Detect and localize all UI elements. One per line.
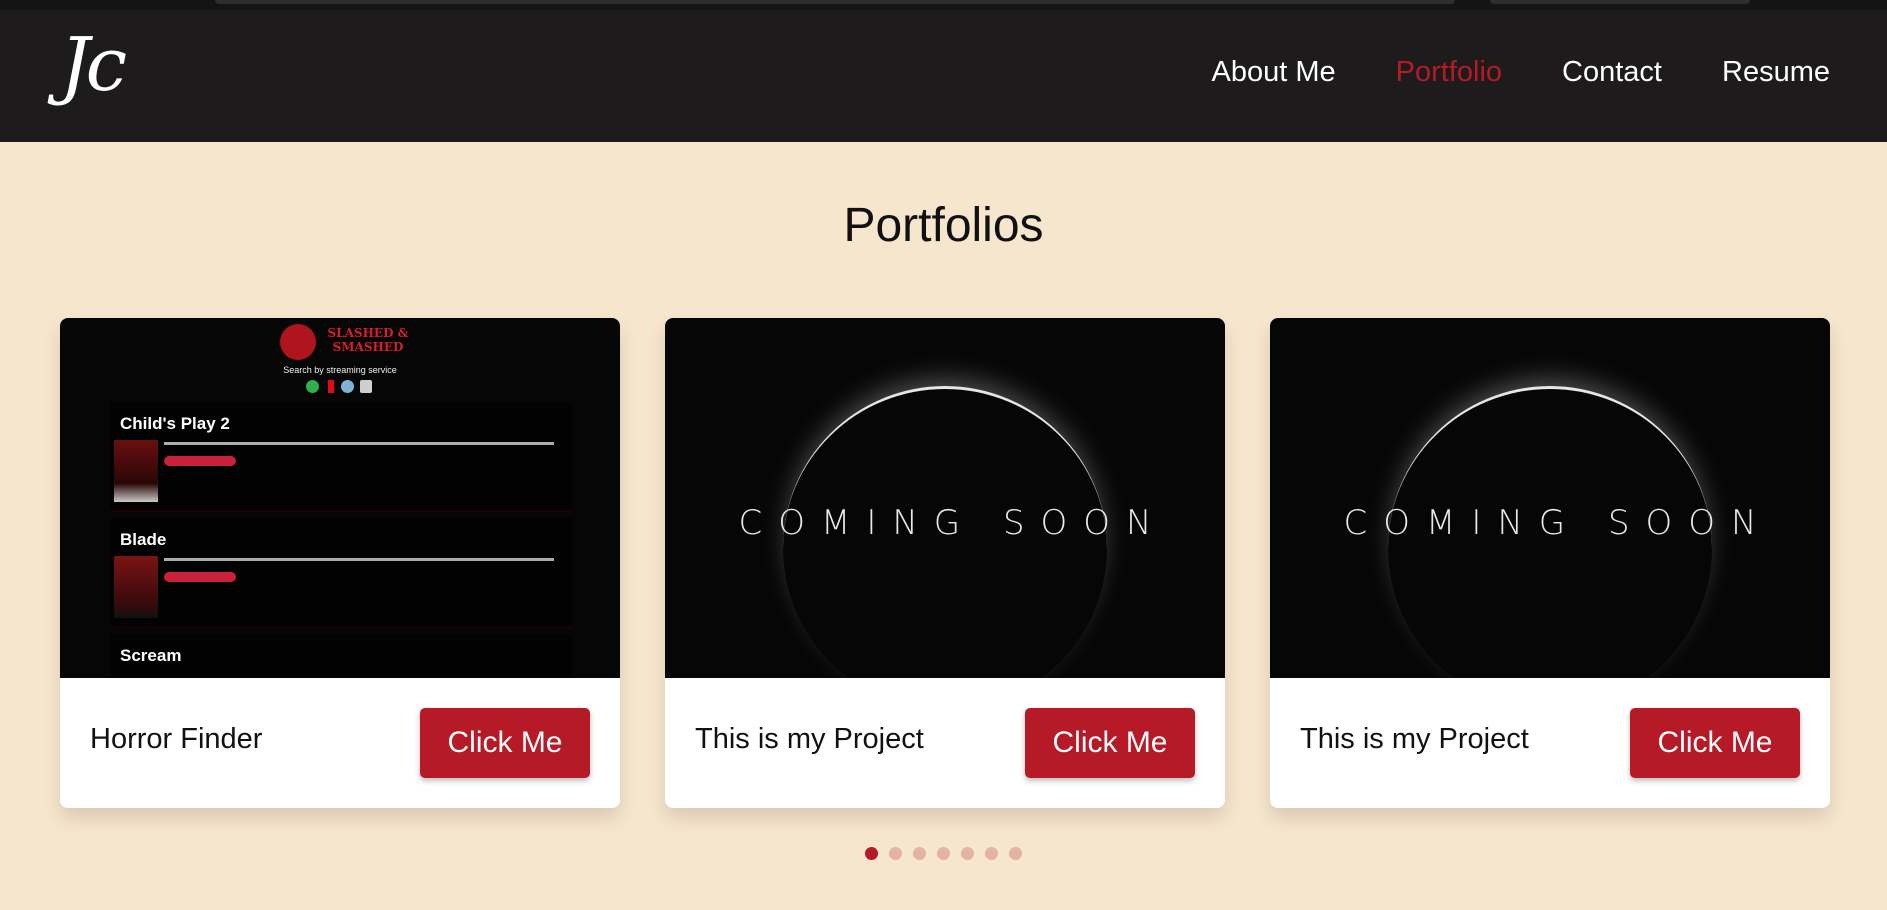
prime-icon: [341, 380, 354, 393]
movie-description: [164, 558, 554, 561]
movie-title: Blade: [120, 530, 167, 549]
coming-soon-text: COMING SOON: [738, 503, 1168, 543]
horror-brand: SLASHED & SMASHED: [280, 324, 430, 362]
movie-title: Child's Play 2: [120, 414, 230, 433]
carousel-dot[interactable]: [937, 847, 950, 860]
horror-subtitle: Search by streaming service: [283, 365, 397, 375]
movie-result: Child's Play 2: [110, 402, 572, 512]
movie-description: [164, 442, 554, 445]
movie-result: Scream: [110, 634, 572, 678]
card-title: This is my Project: [695, 723, 924, 755]
carousel-dot[interactable]: [961, 847, 974, 860]
site-logo[interactable]: Jc: [60, 28, 127, 102]
movie-button: [164, 572, 236, 582]
movie-button: [164, 456, 236, 466]
skull-logo-icon: [280, 324, 316, 360]
card-title: Horror Finder: [90, 723, 263, 755]
click-me-button[interactable]: Click Me: [1630, 708, 1800, 778]
netflix-icon: [328, 380, 334, 393]
horror-brand-text: SLASHED & SMASHED: [327, 326, 409, 354]
portfolio-card-horror-finder: SLASHED & SMASHED Search by streaming se…: [60, 318, 620, 808]
hulu-icon: [306, 380, 319, 393]
nav-portfolio[interactable]: Portfolio: [1396, 58, 1502, 87]
click-me-button[interactable]: Click Me: [1025, 708, 1195, 778]
nav-about-me[interactable]: About Me: [1212, 58, 1336, 87]
movie-poster: [114, 440, 158, 502]
carousel-pagination: [0, 847, 1887, 861]
carousel-dot[interactable]: [889, 847, 902, 860]
carousel-dot[interactable]: [1009, 847, 1022, 860]
carousel-dot[interactable]: [913, 847, 926, 860]
carousel-dot[interactable]: [865, 847, 878, 860]
coming-soon-image: COMING SOON: [1270, 318, 1830, 678]
project-screenshot: SLASHED & SMASHED Search by streaming se…: [60, 318, 620, 678]
movie-title: Scream: [120, 646, 182, 665]
browser-top-strip: [0, 0, 1887, 10]
movie-result: Blade: [110, 518, 572, 628]
site-header: Jc About Me Portfolio Contact Resume: [0, 10, 1887, 142]
coming-soon-text: COMING SOON: [1343, 503, 1773, 543]
carousel-dot[interactable]: [985, 847, 998, 860]
nav-contact[interactable]: Contact: [1562, 58, 1662, 87]
nav-resume[interactable]: Resume: [1722, 58, 1830, 87]
page-title: Portfolios: [843, 199, 1044, 252]
coming-soon-image: COMING SOON: [665, 318, 1225, 678]
movie-poster: [114, 556, 158, 618]
click-me-button[interactable]: Click Me: [420, 708, 590, 778]
main-nav: About Me Portfolio Contact Resume: [1212, 58, 1830, 87]
card-title: This is my Project: [1300, 723, 1529, 755]
portfolio-card-project: COMING SOON This is my Project Click Me: [1270, 318, 1830, 808]
browser-address-bar: [215, 0, 1455, 4]
portfolio-card-project: COMING SOON This is my Project Click Me: [665, 318, 1225, 808]
hbo-icon: [360, 380, 372, 393]
browser-tab-bar: [1490, 0, 1750, 4]
